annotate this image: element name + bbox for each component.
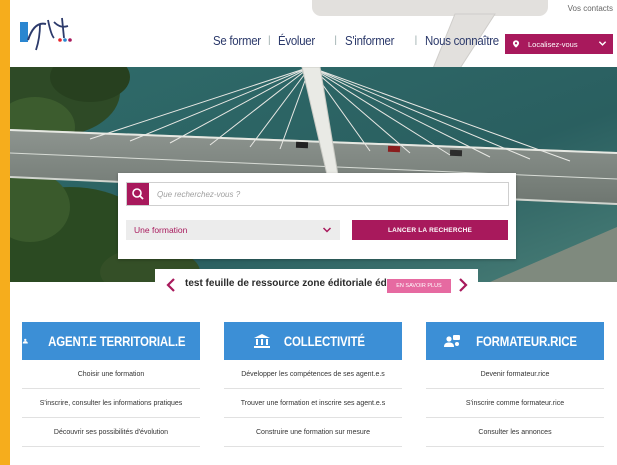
chevron-right-icon[interactable] xyxy=(457,277,469,293)
column-collectivite: COLLECTIVITÉ Développer les compétences … xyxy=(224,322,402,447)
search-box xyxy=(126,182,509,206)
user-icon xyxy=(22,338,28,344)
nav-separator: | xyxy=(334,35,337,46)
column-link[interactable]: S'inscrire comme formateur.rice xyxy=(426,389,604,418)
nav-separator: | xyxy=(414,35,418,46)
location-pin-icon xyxy=(512,40,520,48)
column-link[interactable]: Construire une formation sur mesure xyxy=(224,418,402,447)
chevron-left-icon[interactable] xyxy=(165,277,177,293)
column-title: FORMATEUR.RICE xyxy=(475,333,577,349)
nav-nous-connaitre[interactable]: Nous connaître xyxy=(425,33,500,48)
more-info-button[interactable]: EN SAVOIR PLUS xyxy=(387,279,451,293)
column-header-collectivite[interactable]: COLLECTIVITÉ xyxy=(224,322,402,360)
search-input[interactable] xyxy=(157,183,497,205)
column-link[interactable]: Devenir formateur.rice xyxy=(426,360,604,389)
type-select[interactable]: Une formation xyxy=(126,220,340,240)
nav-s-informer[interactable]: S'informer xyxy=(345,33,407,48)
building-icon xyxy=(253,334,270,348)
cnfpt-logo[interactable] xyxy=(18,10,84,54)
column-link[interactable]: Choisir une formation xyxy=(22,360,200,389)
column-link[interactable]: Découvrir ses possibilités d'évolution xyxy=(22,418,200,447)
chevron-down-icon xyxy=(322,227,332,233)
editorial-text: test feuille de ressource zone éditorial… xyxy=(185,278,387,289)
launch-search-button[interactable]: LANCER LA RECHERCHE xyxy=(352,220,508,240)
column-title: COLLECTIVITÉ xyxy=(283,333,365,349)
tooltip-bubble xyxy=(312,0,548,16)
column-agent: AGENT.E TERRITORIAL.E Choisir une format… xyxy=(22,322,200,447)
nav-evoluer[interactable]: Évoluer xyxy=(278,33,327,48)
nav-separator: | xyxy=(268,35,271,46)
column-link[interactable]: Consulter les annonces xyxy=(426,418,604,447)
column-header-agent[interactable]: AGENT.E TERRITORIAL.E xyxy=(22,322,200,360)
column-link[interactable]: Développer les compétences de ses agent.… xyxy=(224,360,402,389)
column-link[interactable]: Trouver une formation et inscrire ses ag… xyxy=(224,389,402,418)
localise-button[interactable]: Localisez-vous xyxy=(505,34,613,54)
search-card: Une formation LANCER LA RECHERCHE xyxy=(118,173,516,259)
main-nav: Se former | Évoluer | S'informer | Nous … xyxy=(213,33,510,48)
search-button[interactable] xyxy=(127,183,149,205)
people-icon xyxy=(443,335,460,347)
column-title: AGENT.E TERRITORIAL.E xyxy=(47,333,185,349)
nav-se-former[interactable]: Se former xyxy=(213,33,261,48)
column-link[interactable]: S'inscrire, consulter les informations p… xyxy=(22,389,200,418)
search-icon xyxy=(132,188,144,200)
contacts-link[interactable]: Vos contacts xyxy=(568,4,613,13)
editorial-carousel: test feuille de ressource zone éditorial… xyxy=(155,269,478,301)
localise-label: Localisez-vous xyxy=(528,39,578,49)
column-header-formateur[interactable]: FORMATEUR.RICE xyxy=(426,322,604,360)
column-formateur: FORMATEUR.RICE Devenir formateur.rice S'… xyxy=(426,322,604,447)
type-select-value: Une formation xyxy=(134,225,188,235)
chevron-down-icon xyxy=(598,41,607,46)
